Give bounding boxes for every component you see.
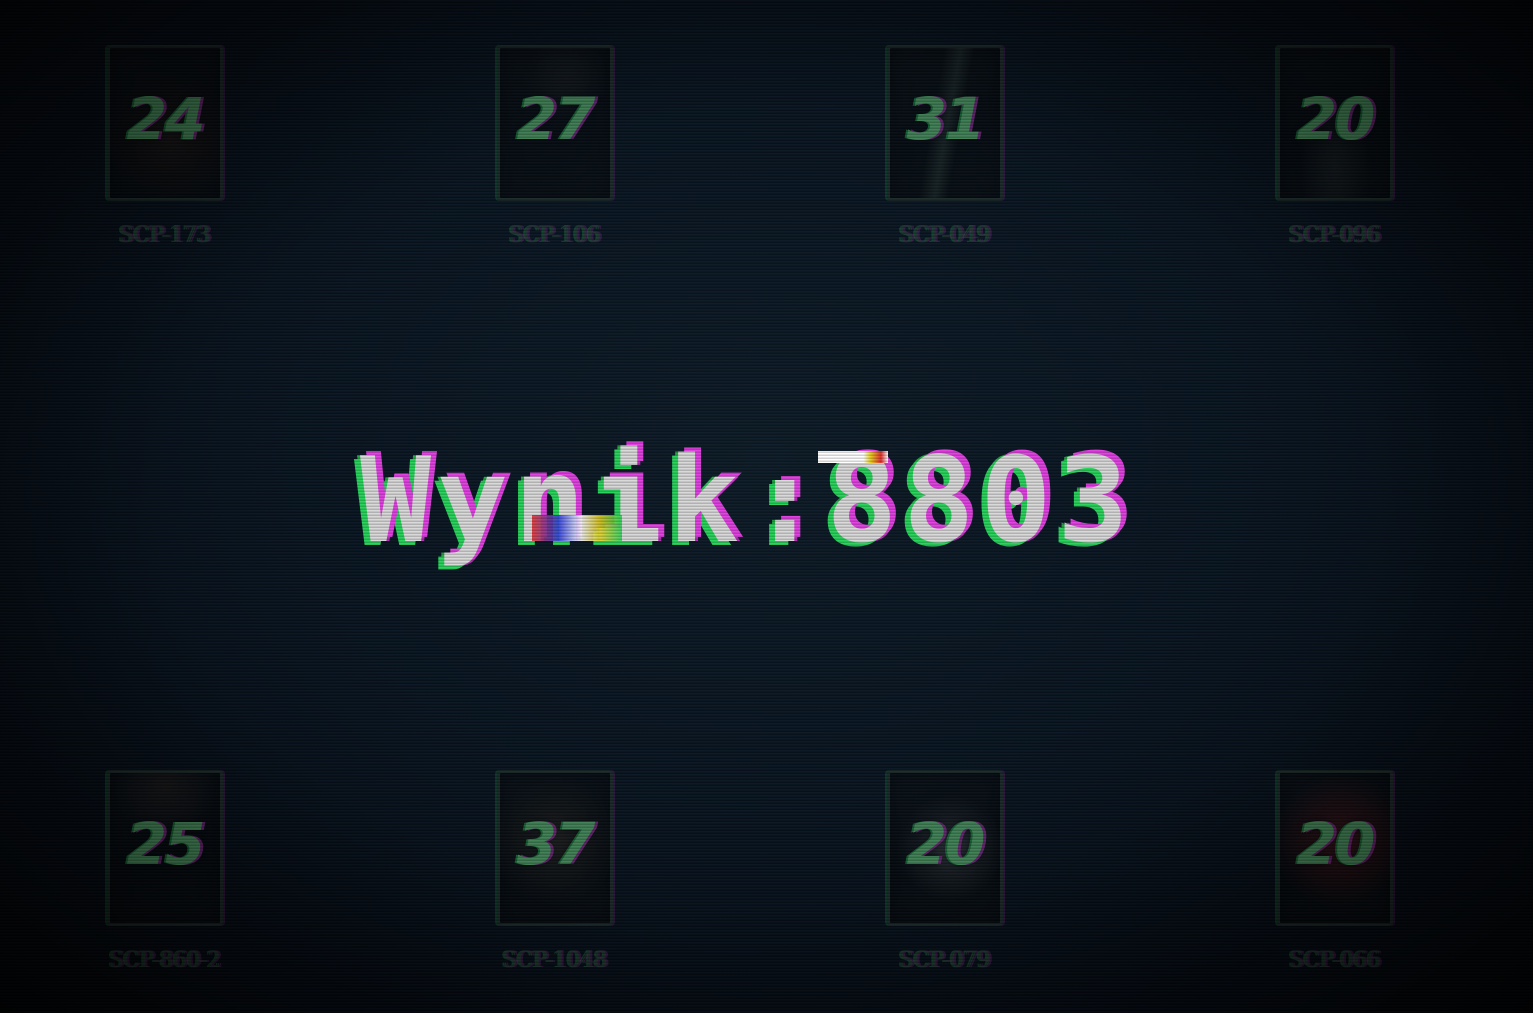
scp-card: 31 SCP-049	[860, 45, 1030, 248]
scp-card: 20 SCP-066	[1250, 770, 1420, 973]
card-count: 27	[516, 85, 596, 153]
scp-card: 20 SCP-096	[1250, 45, 1420, 248]
scp-card: 27 SCP-106	[470, 45, 640, 248]
card-label: SCP-1048	[502, 948, 608, 973]
card-label: SCP-066	[1289, 948, 1381, 973]
card-frame: 24	[107, 45, 223, 201]
card-label: SCP-860-2	[109, 948, 221, 973]
card-label: SCP-079	[899, 948, 991, 973]
glitch-bar	[818, 451, 888, 463]
scp-card: 20 SCP-079	[860, 770, 1030, 973]
card-frame: 20	[887, 770, 1003, 926]
card-frame: 20	[1277, 770, 1393, 926]
card-frame: 31	[887, 45, 1003, 201]
card-label: SCP-173	[119, 223, 211, 248]
game-screen: 24 SCP-173 27 SCP-106 31 SCP-049 20 SCP-…	[0, 0, 1533, 1013]
card-label: SCP-096	[1289, 223, 1381, 248]
card-count: 20	[906, 810, 986, 878]
scp-card: 24 SCP-173	[80, 45, 250, 248]
card-label: SCP-049	[899, 223, 991, 248]
score-separator: :	[749, 431, 827, 569]
card-frame: 25	[107, 770, 223, 926]
score-display: Wynik:8803	[360, 430, 1180, 570]
score-label: Wynik	[360, 431, 746, 569]
card-frame: 20	[1277, 45, 1393, 201]
scp-card: 37 SCP-1048	[470, 770, 640, 973]
scp-card: 25 SCP-860-2	[80, 770, 250, 973]
card-count: 25	[126, 810, 206, 878]
card-frame: 27	[497, 45, 613, 201]
card-count: 31	[906, 85, 986, 153]
card-frame: 37	[497, 770, 613, 926]
card-count: 37	[516, 810, 596, 878]
glitch-bar	[532, 515, 622, 541]
card-count: 24	[126, 85, 206, 153]
card-count: 20	[1296, 85, 1376, 153]
card-label: SCP-106	[509, 223, 601, 248]
card-count: 20	[1296, 810, 1376, 878]
